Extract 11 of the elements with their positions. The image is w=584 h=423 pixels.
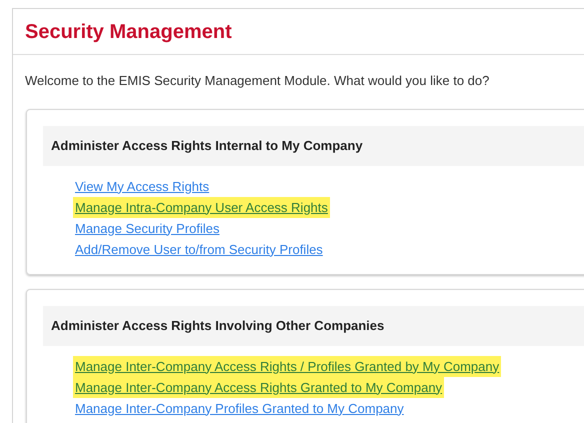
menu-link[interactable]: Manage Inter-Company Access Rights Granted to My Company xyxy=(73,376,444,398)
menu-link[interactable]: Manage Security Profiles xyxy=(75,218,220,238)
menu-link[interactable]: Manage Inter-Company Profiles Granted to My Company xyxy=(75,398,404,418)
menu-link[interactable]: View My Access Rights xyxy=(75,176,210,196)
menu-link[interactable]: Manage Inter-Company Access Rights / Profiles Granted by My Company xyxy=(73,356,502,376)
section-heading: Administer Access Rights Internal to My Company xyxy=(43,126,584,166)
page-title: Security Management xyxy=(25,20,232,44)
section-heading: Administer Access Rights Involving Other Companies xyxy=(43,306,584,346)
menu-link[interactable]: Add/Remove User to/from Security Profiles xyxy=(75,238,323,260)
intro-text: Welcome to the EMIS Security Management Module. What would you like to do? xyxy=(24,72,490,90)
menu-link[interactable]: Manage Intra-Company User Access Rights xyxy=(73,196,330,218)
